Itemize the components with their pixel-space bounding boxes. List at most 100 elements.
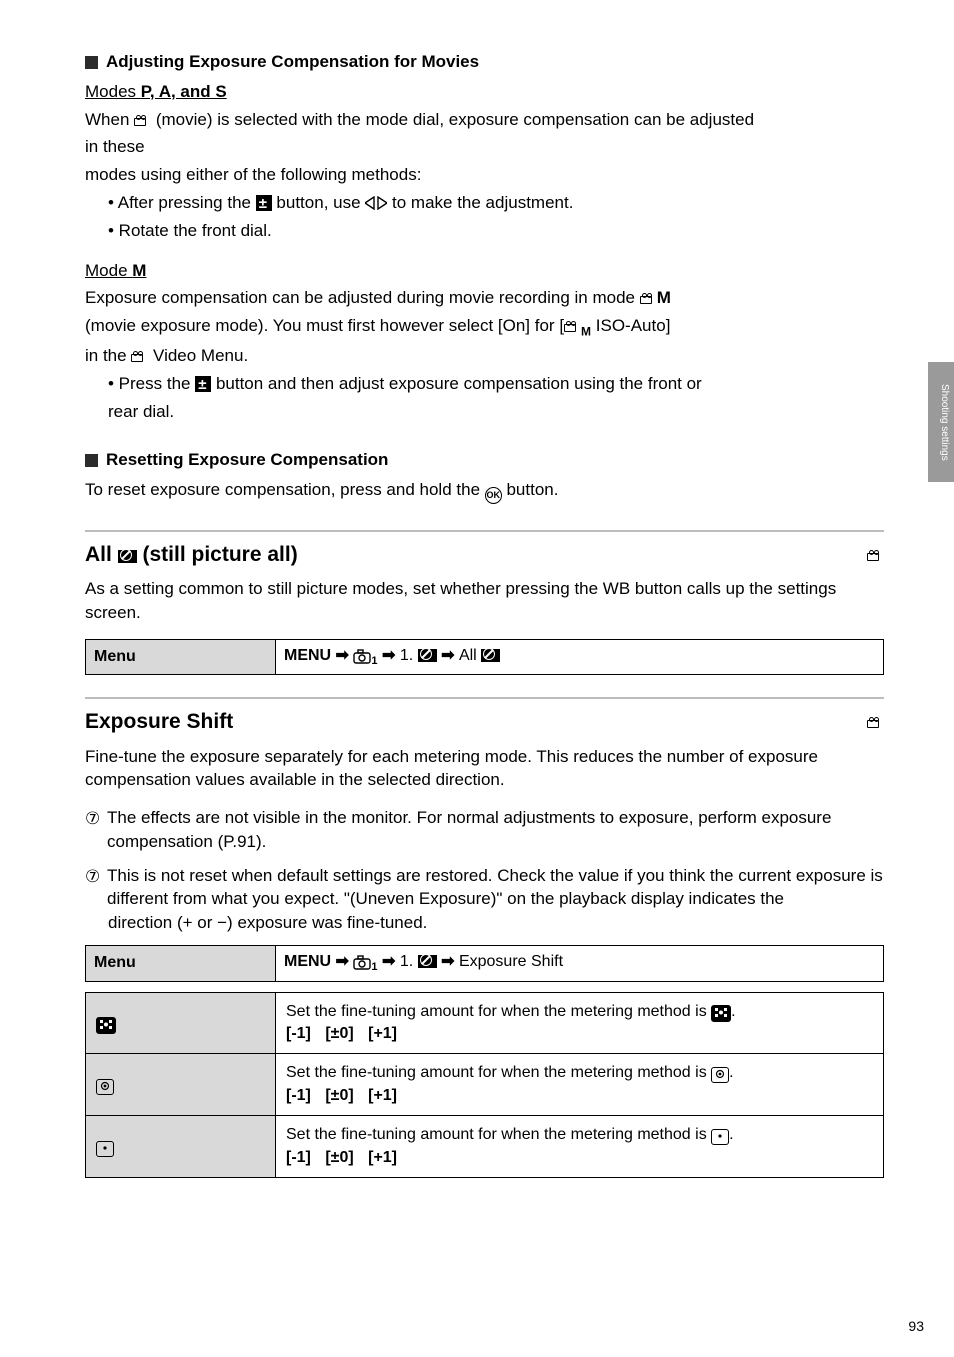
option-values: [-1] [±0] [+1] — [286, 1149, 397, 1166]
option-desc-cell: Set the fine-tuning amount for when the … — [276, 992, 884, 1054]
divider — [85, 530, 884, 532]
heading-text: Adjusting Exposure Compensation for Movi… — [106, 52, 479, 71]
heading-text: Resetting Exposure Compensation — [106, 450, 388, 469]
txt: Exposure compensation can be adjusted du… — [85, 288, 640, 307]
applies-to-movie-icon — [867, 707, 884, 735]
body-line: modes using either of the following meth… — [85, 163, 884, 187]
txt: . — [729, 1126, 733, 1143]
modes-m-line: Mode M — [85, 259, 884, 283]
modes-m: M — [132, 261, 146, 280]
body-line: To reset exposure compensation, press an… — [85, 478, 884, 504]
note-line: ⑦ This is not reset when default settings… — [85, 864, 884, 912]
note-icon: ⑦ — [85, 865, 100, 889]
txt: Exposure Shift — [85, 710, 233, 733]
option-values: [-1] [±0] [+1] — [286, 1087, 397, 1104]
txt: . — [729, 1064, 733, 1081]
txt: (movie exposure mode). You must first ho… — [85, 316, 564, 335]
txt: ISO-Auto] — [591, 316, 670, 335]
bullet-line: • Rotate the front dial. — [108, 219, 884, 243]
txt: in the — [85, 346, 131, 365]
body-line: When (movie) is selected with the mode d… — [85, 108, 884, 132]
options-table: Set the fine-tuning amount for when the … — [85, 992, 884, 1178]
feature-desc: Fine-tune the exposure separately for ea… — [85, 745, 884, 793]
metering-center-weighted-icon — [96, 1079, 114, 1095]
metering-center-weighted-icon — [711, 1067, 729, 1083]
txt: (movie) is selected with the mode dial, … — [151, 110, 754, 129]
exposure-comp-icon — [195, 376, 211, 392]
ok-button-icon: OK — [485, 487, 502, 504]
option-icon-cell — [86, 1116, 276, 1178]
table-row: Set the fine-tuning amount for when the … — [86, 992, 884, 1054]
bullet-square — [85, 454, 98, 467]
heading-adjust-exposure: Adjusting Exposure Compensation for Movi… — [85, 50, 884, 74]
note-continuation: direction (+ or −) exposure was fine-tun… — [108, 911, 884, 935]
modes-pas-line: Modes P, A, and S — [85, 80, 884, 104]
not-available-icon — [418, 955, 437, 968]
feature-desc: As a setting common to still picture mod… — [85, 577, 884, 625]
menu-path-table-2: Menu MENU ➡ 1 ➡ 1. ➡ Exposure Shift — [85, 945, 884, 982]
feature-title-shift: Exposure Shift — [85, 707, 884, 736]
txt: Set the fine-tuning amount for when the … — [286, 1003, 711, 1020]
bullet-line: • Press the button and then adjust expos… — [108, 372, 884, 396]
left-right-arrow-icon — [365, 196, 387, 210]
feature-title-all: All (still picture all) — [85, 540, 884, 569]
body-line: Exposure compensation can be adjusted du… — [85, 286, 884, 310]
mode-label: Modes — [85, 82, 141, 101]
exposure-comp-icon — [256, 195, 272, 211]
not-available-icon — [418, 649, 437, 662]
body-line: (movie exposure mode). You must first ho… — [85, 314, 884, 340]
body-line: in the Video Menu. — [85, 344, 884, 368]
table-row: Set the fine-tuning amount for when the … — [86, 1116, 884, 1178]
menu-path-cell: MENU ➡ 1 ➡ 1. ➡ All — [276, 639, 884, 675]
menu-path-cell: MENU ➡ 1 ➡ 1. ➡ Exposure Shift — [276, 946, 884, 982]
txt: button, use — [272, 193, 366, 212]
metering-digital-esp-icon — [711, 1005, 731, 1022]
txt: • After pressing the — [108, 193, 256, 212]
side-tab-label: Shooting settings — [931, 372, 951, 472]
movie-icon — [131, 351, 148, 362]
metering-spot-icon — [96, 1141, 114, 1157]
metering-digital-esp-icon — [96, 1017, 116, 1034]
menu-label-cell: Menu — [86, 946, 276, 982]
txt: Video Menu. — [148, 346, 248, 365]
camera-icon — [353, 955, 371, 970]
divider — [85, 697, 884, 699]
movie-icon — [134, 115, 151, 126]
txt: The effects are not visible in the monit… — [107, 808, 831, 851]
txt: button. — [502, 480, 559, 499]
table-row: Set the fine-tuning amount for when the … — [86, 1054, 884, 1116]
txt: This is not reset when default settings … — [107, 866, 883, 909]
menu-label-cell: Menu — [86, 639, 276, 675]
metering-spot-icon — [711, 1129, 729, 1145]
option-values: [-1] [±0] [+1] — [286, 1025, 397, 1042]
movie-icon — [564, 321, 581, 332]
camera-icon — [353, 649, 371, 664]
page-number: 93 — [908, 1317, 924, 1337]
body-line: in these — [85, 135, 884, 159]
m-sub: M — [657, 288, 671, 307]
option-desc-cell: Set the fine-tuning amount for when the … — [276, 1116, 884, 1178]
txt: to make the adjustment. — [387, 193, 573, 212]
mode-label: Mode — [85, 261, 132, 280]
not-available-icon — [481, 649, 500, 662]
heading-reset-exposure: Resetting Exposure Compensation — [85, 448, 884, 472]
txt: • Press the — [108, 374, 195, 393]
txt: 1. — [400, 647, 418, 664]
option-icon-cell — [86, 1054, 276, 1116]
txt: All — [85, 543, 118, 566]
movie-icon — [640, 293, 657, 304]
modes-pas: P, A, and S — [141, 82, 227, 101]
txt: To reset exposure compensation, press an… — [85, 480, 485, 499]
txt: Exposure Shift — [459, 953, 563, 970]
menu-path-table: Menu MENU ➡ 1 ➡ 1. ➡ All — [85, 639, 884, 676]
not-available-icon — [118, 550, 137, 563]
txt: Set the fine-tuning amount for when the … — [286, 1064, 711, 1081]
txt: button and then adjust exposure compensa… — [211, 374, 702, 393]
m-sub: M — [581, 325, 591, 339]
bullet-square — [85, 56, 98, 69]
txt: . — [731, 1003, 735, 1020]
txt: All — [459, 647, 477, 664]
txt: 1. — [400, 953, 418, 970]
option-desc-cell: Set the fine-tuning amount for when the … — [276, 1054, 884, 1116]
txt: Set the fine-tuning amount for when the … — [286, 1126, 711, 1143]
